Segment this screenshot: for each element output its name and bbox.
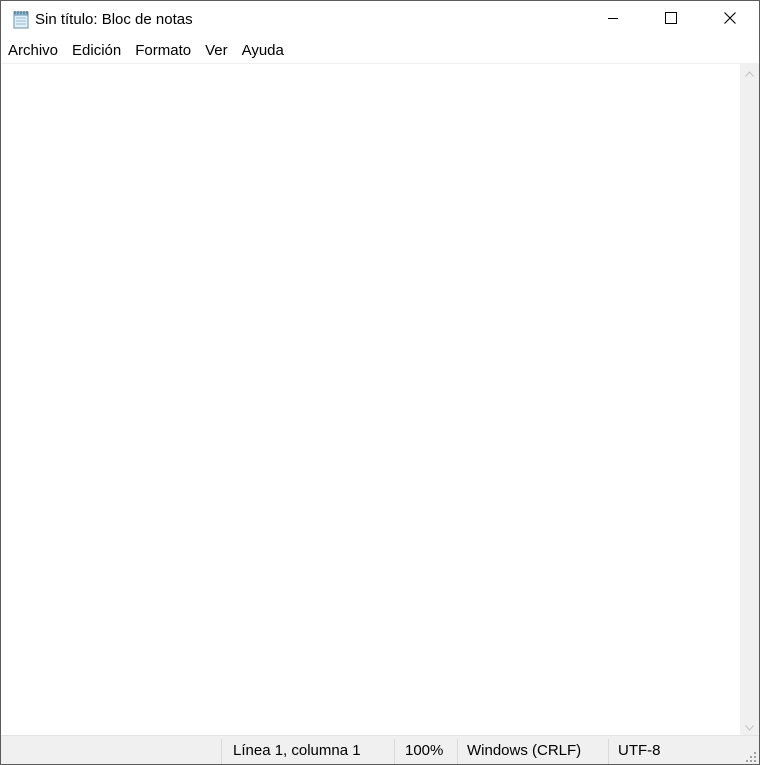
menu-ver[interactable]: Ver [198,39,235,63]
status-encoding: UTF-8 [618,742,661,759]
maximize-button[interactable] [642,1,700,39]
title-bar[interactable]: Sin título: Bloc de notas [1,1,759,39]
menu-archivo[interactable]: Archivo [1,39,65,63]
menu-edicion[interactable]: Edición [65,39,128,63]
notepad-icon[interactable] [12,10,30,29]
chevron-down-icon [745,718,754,736]
maximize-icon [665,11,677,29]
menu-bar: Archivo Edición Formato Ver Ayuda [1,39,759,63]
menu-formato[interactable]: Formato [128,39,198,63]
status-divider [221,739,222,764]
resize-grip-icon[interactable] [745,750,757,762]
status-zoom: 100% [405,742,444,759]
text-editor[interactable] [1,64,740,735]
status-cursor-position: Línea 1, columna 1 [233,742,361,759]
window-title: Sin título: Bloc de notas [35,11,193,28]
minimize-icon [607,11,619,29]
status-line-ending: Windows (CRLF) [467,742,582,759]
close-icon [724,11,736,29]
menu-ayuda[interactable]: Ayuda [235,39,291,63]
status-divider [394,739,395,764]
status-divider [608,739,609,764]
status-divider [457,739,458,764]
scroll-down-button[interactable] [740,718,759,735]
chevron-up-icon [745,64,754,82]
vertical-scrollbar[interactable] [740,64,759,735]
scroll-up-button[interactable] [740,64,759,81]
close-button[interactable] [701,1,759,39]
minimize-button[interactable] [584,1,642,39]
status-bar: Línea 1, columna 1 100% Windows (CRLF) U… [1,735,759,764]
notepad-window: Sin título: Bloc de notas Archivo Edició… [0,0,760,765]
